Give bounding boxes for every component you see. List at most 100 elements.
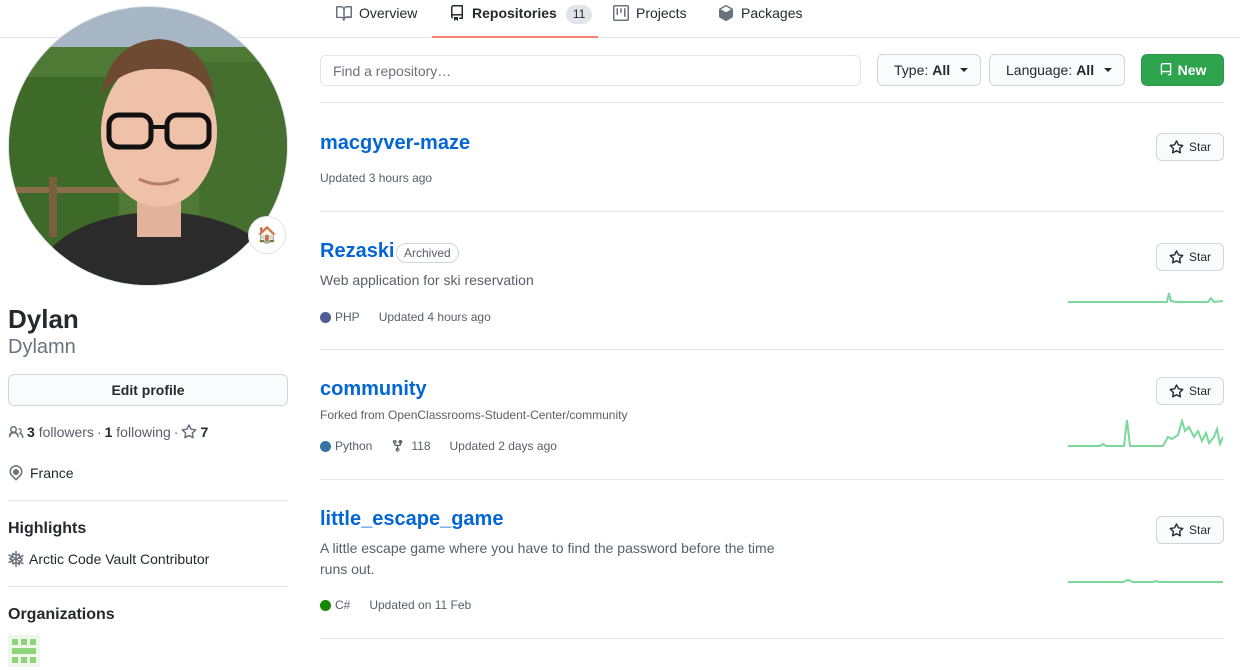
tab-projects[interactable]: Projects: [613, 0, 687, 38]
language-filter-value: All: [1076, 62, 1095, 78]
star-icon: [1169, 522, 1184, 537]
sidebar-divider: [8, 500, 288, 501]
book-icon: [336, 5, 352, 21]
status-badge[interactable]: 🏠: [248, 216, 286, 254]
activity-sparkline: [1068, 417, 1223, 447]
repo-name-link[interactable]: community: [320, 378, 427, 401]
followers-label: followers: [38, 424, 94, 440]
tab-overview[interactable]: Overview: [336, 0, 417, 38]
repo-language: PHP: [320, 310, 360, 324]
repo-forks-link[interactable]: 118: [391, 439, 431, 453]
type-filter-dropdown[interactable]: Type: All: [877, 54, 981, 86]
profile-name: Dylan: [8, 304, 79, 334]
star-button[interactable]: Star: [1156, 516, 1224, 544]
star-icon: [1169, 383, 1184, 398]
snowflake-icon: [8, 551, 24, 567]
star-button[interactable]: Star: [1156, 133, 1224, 161]
search-input[interactable]: [320, 55, 861, 86]
highlight-item[interactable]: Arctic Code Vault Contributor: [8, 551, 209, 567]
star-icon: [182, 424, 197, 439]
star-button[interactable]: Star: [1156, 377, 1224, 405]
organizations-title: Organizations: [8, 606, 115, 623]
location-pin-icon: [9, 465, 23, 481]
language-filter-label: Language:: [1006, 62, 1073, 78]
repo-list-item: Rezaski Archived Web application for ski…: [320, 212, 1224, 350]
repo-list-item: little_escape_game A little escape game …: [320, 480, 1224, 639]
repo-language-name: PHP: [335, 310, 360, 324]
repo-language: C#: [320, 598, 350, 612]
star-icon: [1169, 249, 1184, 264]
repo-icon: [451, 5, 463, 21]
repo-list-item: community Forked from OpenClassrooms-Stu…: [320, 350, 1224, 480]
language-color-dot: [320, 440, 331, 452]
repo-meta: Updated 3 hours ago: [320, 171, 432, 185]
stars-count: 7: [200, 424, 209, 440]
language-filter-dropdown[interactable]: Language: All: [989, 54, 1125, 86]
repo-meta: Python 118 Updated 2 days ago: [320, 439, 557, 453]
type-filter-value: All: [932, 62, 951, 78]
activity-sparkline: [1068, 292, 1223, 304]
tab-projects-label: Projects: [636, 5, 687, 21]
separator-dot: ·: [96, 424, 102, 440]
repo-updated: Updated 4 hours ago: [378, 310, 491, 324]
repo-language-name: Python: [335, 439, 373, 453]
followers-count: 3: [27, 424, 35, 440]
type-filter-label: Type:: [894, 62, 929, 78]
language-color-dot: [320, 599, 331, 611]
repo-name-link[interactable]: little_escape_game: [320, 508, 503, 531]
separator-dot: ·: [173, 424, 179, 440]
repo-meta: PHP Updated 4 hours ago: [320, 310, 491, 324]
star-label: Star: [1188, 384, 1211, 398]
stars-link[interactable]: 7: [181, 424, 208, 440]
package-icon: [719, 5, 733, 21]
repo-meta: C# Updated on 11 Feb: [320, 598, 471, 612]
follow-stats: 3 followers · 1 following · 7: [8, 424, 208, 440]
people-icon: [8, 425, 24, 438]
tab-repositories[interactable]: Repositories 11: [432, 0, 598, 38]
repo-language: Python: [320, 439, 372, 453]
avatar[interactable]: [8, 6, 288, 286]
avatar-photo: [9, 7, 287, 285]
star-button[interactable]: Star: [1156, 243, 1224, 271]
location-text: France: [30, 465, 74, 481]
repo-list-item: macgyver-maze Updated 3 hours ago Star: [320, 103, 1224, 212]
tab-packages-label: Packages: [741, 5, 803, 21]
following-label: following: [116, 424, 171, 440]
dropdown-caret-icon: [1104, 68, 1113, 72]
repo-name-link[interactable]: Rezaski: [320, 240, 395, 263]
org-logo-icon: [8, 635, 40, 667]
organization-avatar[interactable]: [8, 635, 40, 667]
location: France: [8, 465, 74, 481]
sidebar-divider: [8, 586, 288, 587]
following-link[interactable]: 1 following: [105, 424, 171, 440]
tab-overview-label: Overview: [359, 5, 418, 21]
repo-language-name: C#: [335, 598, 351, 612]
dropdown-caret-icon: [960, 68, 969, 72]
edit-profile-button[interactable]: Edit profile: [8, 374, 288, 406]
repo-description: A little escape game where you have to f…: [320, 540, 775, 577]
highlights-title: Highlights: [8, 520, 87, 537]
following-count: 1: [104, 424, 113, 440]
forked-from-text[interactable]: Forked from OpenClassrooms-Student-Cente…: [320, 408, 627, 422]
profile-login: Dylamn: [8, 336, 76, 358]
tab-repositories-label: Repositories: [472, 5, 557, 21]
star-label: Star: [1188, 140, 1211, 154]
house-icon: 🏠: [257, 227, 277, 244]
followers-link[interactable]: 3 followers: [27, 424, 94, 440]
new-repository-button[interactable]: New: [1141, 54, 1224, 86]
repo-updated: Updated 2 days ago: [449, 439, 557, 453]
archived-badge: Archived: [396, 243, 459, 263]
repo-name-link[interactable]: macgyver-maze: [320, 132, 470, 155]
tab-packages[interactable]: Packages: [718, 0, 802, 38]
star-icon: [1169, 139, 1184, 154]
project-icon: [613, 5, 629, 21]
highlight-label: Arctic Code Vault Contributor: [29, 551, 210, 567]
repositories-count-badge: 11: [565, 5, 593, 24]
activity-sparkline: [1068, 578, 1223, 583]
language-color-dot: [320, 311, 331, 323]
star-label: Star: [1188, 250, 1211, 264]
repo-description: Web application for ski reservation: [320, 272, 534, 288]
repo-forks-count: 118: [411, 439, 431, 453]
repo-icon: [1160, 63, 1171, 76]
repo-updated: Updated 3 hours ago: [320, 171, 433, 185]
